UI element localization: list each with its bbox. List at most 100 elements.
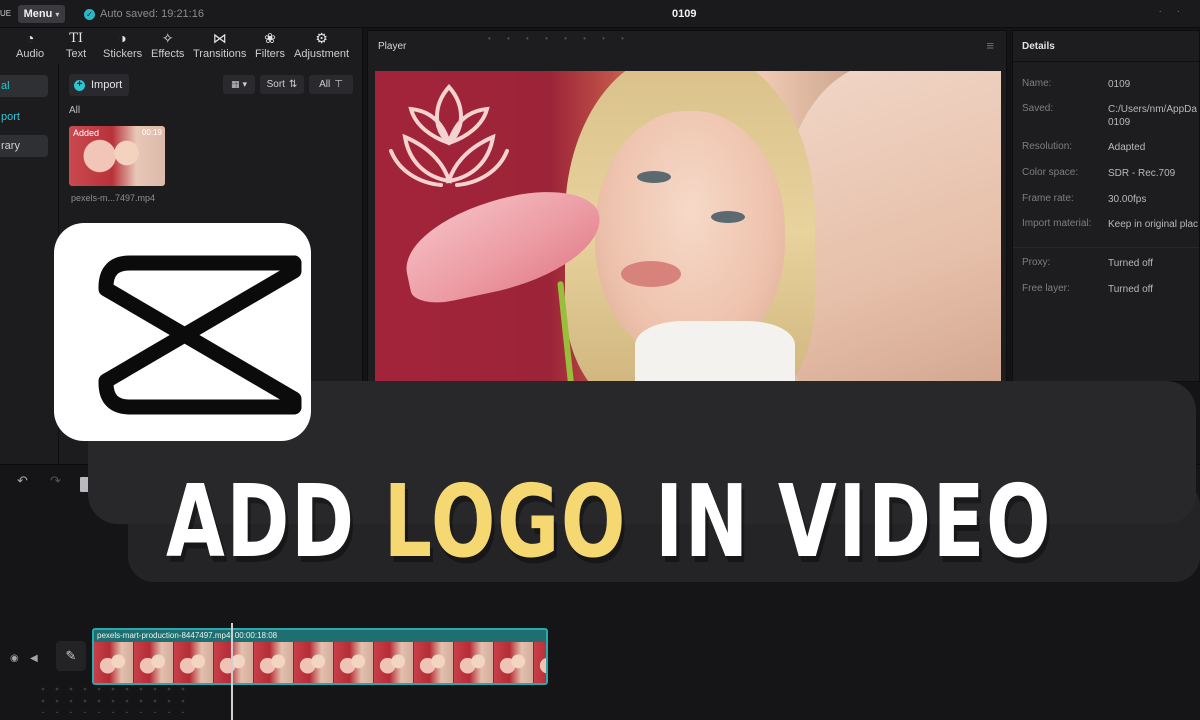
clip-frame [454,642,494,683]
player-title: Player [378,41,407,52]
nav-item-local[interactable]: al [0,75,48,97]
audio-icon: ◔ [25,30,35,46]
undo-icon[interactable]: ↶ [17,473,28,489]
tab-effects[interactable]: ✧ Effects [151,30,184,60]
tab-adjustment[interactable]: ⚙ Adjustment [294,30,349,60]
clip-frame [94,642,134,683]
detail-key: Frame rate: [1022,193,1074,204]
video-preview[interactable] [375,71,1001,383]
detail-key: Saved: [1022,103,1054,114]
detail-key: Free layer: [1022,283,1070,294]
eye-icon[interactable]: ◉ [10,653,19,664]
preview-eye [711,211,745,223]
detail-key: Proxy: [1022,257,1051,268]
clip-label: pexels-mart-production-8447497.mp4 00:00… [97,631,277,640]
filters-icon: ❀ [264,30,276,46]
divider [1013,61,1199,62]
nav-item-import[interactable]: port [0,106,48,128]
effects-icon: ✧ [161,30,174,46]
detail-key: Import material: [1022,218,1092,229]
sort-icon: ⇅ [288,79,298,90]
tab-audio[interactable]: ◔ Audio [16,30,44,60]
detail-value: Turned off [1108,258,1154,269]
pencil-icon: ✎ [65,648,77,663]
added-badge: Added [73,128,100,138]
plus-icon: + [74,79,85,91]
drag-handle[interactable]: • • • • • • • • [488,34,631,43]
clip-duration: 00:00:18:08 [234,631,278,640]
tab-label: Effects [151,48,185,60]
details-title: Details [1022,41,1055,52]
redo-icon[interactable]: ↷ [50,473,61,489]
detail-key: Resolution: [1022,141,1073,152]
tab-label: Stickers [103,48,143,60]
section-label: All [69,105,81,116]
lotus-logo-icon[interactable] [385,81,513,189]
media-thumbnail[interactable]: Added 00:19 [69,126,165,186]
clip-frame [134,642,174,683]
media-file-name: pexels-m...7497.mp4 [71,193,156,203]
import-button[interactable]: + Import [69,74,130,96]
detail-value: Turned off [1108,284,1154,295]
view-toggle-button[interactable]: ▦ ▾ [223,75,255,94]
asset-toolbar: ◔ Audio TI Text ◑ Stickers ✧ Effects ⋈ T… [0,28,363,64]
text-icon: TI [69,31,83,46]
clip-frame [534,642,546,683]
divider [1013,247,1199,248]
nav-item-library[interactable]: rary [0,135,48,157]
clip-frame [254,642,294,683]
headline-highlight: LOGO [383,463,627,580]
player-panel: Player • • • • • • • • ≡ [367,30,1007,383]
check-icon: ✓ [84,8,95,20]
detail-key: Name: [1022,78,1052,89]
sort-button[interactable]: Sort ⇅ [260,75,304,94]
clip-name: pexels-mart-production-8447497.mp4 [97,631,231,640]
chevron-down-icon: ▾ [55,9,60,19]
detail-value: C:/Users/nm/AppDa [1108,104,1197,115]
playhead[interactable] [231,623,233,720]
detail-value: Adapted [1108,142,1146,153]
tab-transitions[interactable]: ⋈ Transitions [193,30,246,60]
clip-frame [214,642,254,683]
decorative-dots [36,683,186,713]
detail-key: Color space: [1022,167,1079,178]
speaker-icon[interactable]: ◀ [30,653,38,664]
tab-label: Text [66,48,87,60]
preview-shoulder [785,71,1001,383]
tab-filters[interactable]: ❀ Filters [255,30,285,60]
import-label: Import [91,79,123,91]
window-controls[interactable]: · · [1159,6,1186,17]
headline-part2: IN VIDEO [626,463,1053,580]
filter-label: All [319,79,331,90]
clip-filmstrip [94,642,546,683]
adjustment-icon: ⚙ [315,30,328,46]
project-title: 0109 [672,8,697,20]
brand-fragment: UE [0,9,12,18]
autosave-status: ✓ Auto saved: 19:21:16 [84,8,204,20]
sort-label: Sort [266,79,285,90]
video-clip[interactable]: pexels-mart-production-8447497.mp4 00:00… [92,628,548,685]
clip-frame [334,642,374,683]
filter-icon: ⊤ [334,79,343,90]
title-bar: UE Menu ▾ ✓ Auto saved: 19:21:16 0109 · … [0,0,1200,28]
clip-frame [374,642,414,683]
tab-label: Audio [16,48,45,60]
detail-value: 30.00fps [1108,194,1147,205]
menu-button[interactable]: Menu ▾ [18,5,65,23]
edit-cover-button[interactable]: ✎ [56,641,86,671]
menu-label: Menu [23,8,53,20]
tab-text[interactable]: TI Text [66,30,86,60]
grid-icon: ▦ [230,79,240,89]
clip-frame [174,642,214,683]
tab-label: Transitions [193,48,247,60]
tab-stickers[interactable]: ◑ Stickers [103,30,142,60]
filter-button[interactable]: All ⊤ [309,75,353,94]
preview-shirt [635,321,795,383]
clip-frame [494,642,534,683]
detail-value: 0109 [1108,79,1131,90]
detail-value: Keep in original plac [1108,219,1199,230]
tab-label: Filters [255,48,285,60]
clip-frame [414,642,454,683]
headline-part1: ADD [166,463,384,580]
menu-icon[interactable]: ≡ [986,38,994,53]
